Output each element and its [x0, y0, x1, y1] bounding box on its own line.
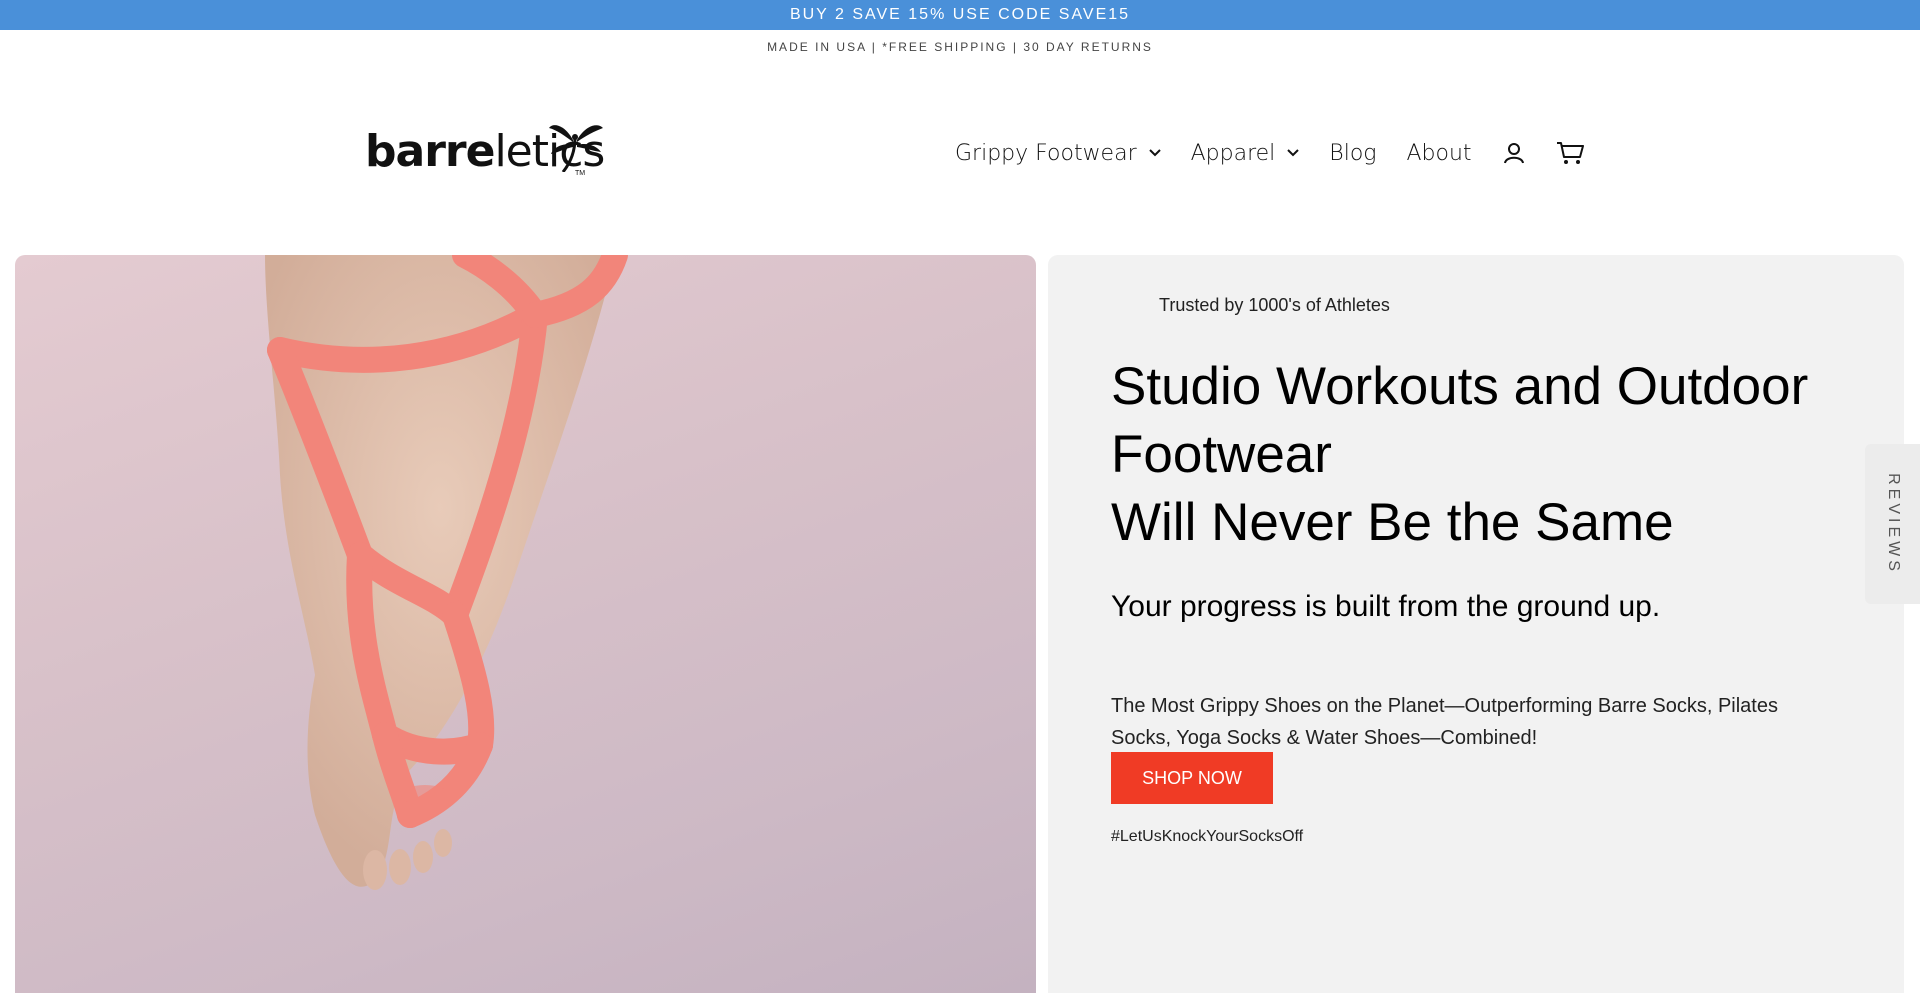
cart-button[interactable] — [1556, 141, 1584, 165]
account-button[interactable] — [1502, 141, 1526, 165]
promo-banner: BUY 2 SAVE 15% USE CODE SAVE15 — [0, 0, 1920, 30]
main-nav: Grippy Footwear Apparel Blog About — [955, 138, 1584, 168]
site-header: barreletics TM Grippy Footwear Apparel B… — [0, 100, 1920, 205]
headline-line-3: Will Never Be the Same — [1111, 493, 1674, 552]
nav-blog[interactable]: Blog — [1329, 141, 1376, 166]
hero-description: The Most Grippy Shoes on the Planet—Outp… — [1111, 695, 1778, 749]
grippy-footwear-photo — [265, 255, 628, 890]
user-icon — [1503, 143, 1524, 164]
nav-blog-label: Blog — [1329, 140, 1377, 166]
chevron-down-icon — [1287, 149, 1300, 157]
headline-line-1: Studio Workouts and Outdoor — [1111, 357, 1809, 416]
shop-now-button[interactable]: SHOP NOW — [1111, 752, 1273, 804]
hero-headline: Studio Workouts and Outdoor Footwear Wil… — [1111, 353, 1871, 557]
nav-apparel[interactable]: Apparel — [1191, 141, 1300, 166]
reviews-tab[interactable]: REVIEWS — [1865, 444, 1920, 604]
nav-grippy-footwear[interactable]: Grippy Footwear — [955, 141, 1161, 166]
info-bar: MADE IN USA | *FREE SHIPPING | 30 DAY RE… — [0, 36, 1920, 58]
promo-text: BUY 2 SAVE 15% USE CODE SAVE15 — [789, 6, 1131, 23]
trusted-text: Trusted by 1000's of Athletes — [1159, 295, 1390, 315]
hero-panel: Trusted by 1000's of Athletes Studio Wor… — [1048, 255, 1904, 993]
cart-icon — [1556, 142, 1584, 164]
headline-line-2: Footwear — [1111, 425, 1332, 484]
nav-grippy-footwear-label: Grippy Footwear — [955, 140, 1137, 166]
logo-part-barre: barre — [365, 126, 495, 177]
logo[interactable]: barreletics TM — [365, 120, 605, 180]
nav-about[interactable]: About — [1406, 141, 1471, 166]
hero-image — [15, 255, 1036, 993]
info-text: MADE IN USA | *FREE SHIPPING | 30 DAY RE… — [767, 40, 1153, 54]
chevron-down-icon — [1148, 149, 1161, 157]
dragonfly-icon — [549, 125, 603, 172]
nav-about-label: About — [1406, 140, 1472, 166]
nav-apparel-label: Apparel — [1190, 140, 1276, 166]
hero-subheadline: Your progress is built from the ground u… — [1111, 590, 1661, 623]
reviews-tab-label: REVIEWS — [1884, 473, 1902, 575]
hashtag-text: #LetUsKnockYourSocksOff — [1111, 828, 1304, 845]
